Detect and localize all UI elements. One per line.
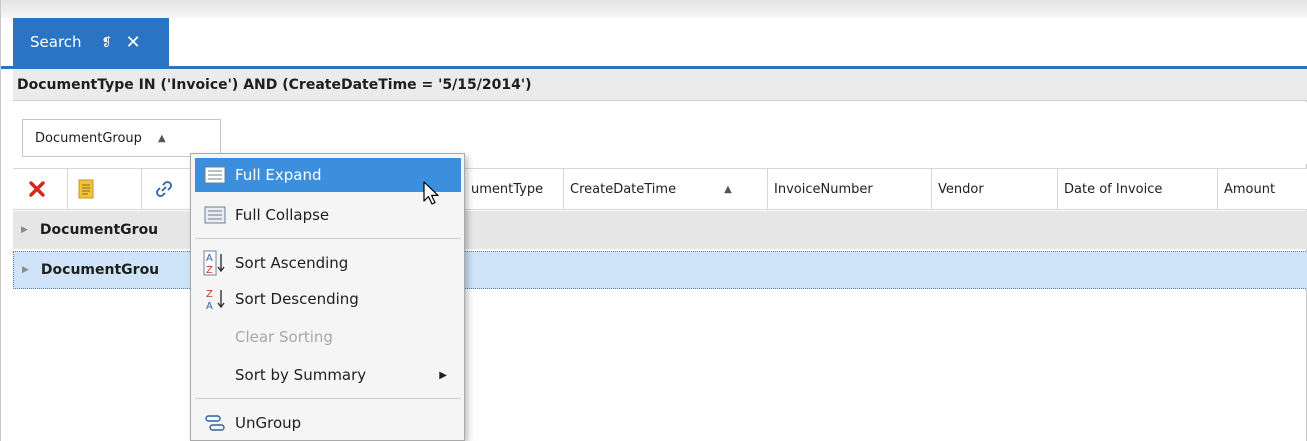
svg-text:A: A <box>206 253 213 264</box>
ungroup-icon <box>195 414 235 432</box>
submenu-arrow-icon: ▶ <box>439 369 447 381</box>
tab-strip: Search ❡ ✕ <box>1 18 1307 69</box>
delete-icon[interactable] <box>19 169 55 209</box>
menu-item-sort-descending[interactable]: Z A Sort Descending <box>195 282 461 316</box>
menu-item-ungroup[interactable]: UnGroup <box>195 406 461 440</box>
menu-item-clear-sorting: Clear Sorting <box>195 320 461 354</box>
group-row-label: DocumentGrou <box>39 222 159 238</box>
column-header-documenttype[interactable]: umentType <box>465 169 563 209</box>
search-window: Search ❡ ✕ DocumentType IN ('Invoice') A… <box>0 0 1307 441</box>
menu-separator <box>195 238 461 239</box>
column-header-label: Amount <box>1224 181 1276 197</box>
close-icon[interactable]: ✕ <box>126 32 141 53</box>
mouse-pointer-icon <box>423 181 441 211</box>
tab-search[interactable]: Search ❡ ✕ <box>13 18 169 66</box>
column-header-label: CreateDateTime <box>570 181 677 197</box>
window-top-strip <box>1 0 1307 18</box>
column-header-date-of-invoice[interactable]: Date of Invoice <box>1057 169 1217 209</box>
column-header-label: InvoiceNumber <box>774 181 873 197</box>
menu-item-full-expand[interactable]: Full Expand <box>195 158 461 192</box>
column-header-vendor[interactable]: Vendor <box>931 169 1057 209</box>
menu-item-label: Sort by Summary <box>235 366 367 384</box>
link-icon[interactable] <box>141 169 186 209</box>
filter-expression-text: DocumentType IN ('Invoice') AND (CreateD… <box>17 76 532 93</box>
column-header-invoicenumber[interactable]: InvoiceNumber <box>767 169 931 209</box>
menu-item-label: Sort Descending <box>235 290 359 308</box>
expand-list-icon <box>195 166 235 184</box>
column-header-label: Vendor <box>938 181 984 197</box>
group-chip-label: DocumentGroup <box>35 130 142 146</box>
menu-item-label: Sort Ascending <box>235 254 349 272</box>
menu-item-sort-by-summary[interactable]: Sort by Summary ▶ <box>195 358 461 392</box>
svg-text:A: A <box>206 301 213 312</box>
sort-up-icon: ▲ <box>724 183 732 195</box>
column-header-createdatetime[interactable]: CreateDateTime ▲ <box>563 169 767 209</box>
menu-item-full-collapse[interactable]: Full Collapse <box>195 198 461 232</box>
column-header-label: Date of Invoice <box>1064 181 1163 197</box>
menu-item-label: Clear Sorting <box>235 328 333 346</box>
sort-up-icon: ▲ <box>157 132 166 144</box>
expand-arrow-icon[interactable]: ▶ <box>22 265 29 275</box>
sort-ascending-icon: A Z <box>195 250 235 276</box>
sort-descending-icon: Z A <box>195 286 235 312</box>
tab-title: Search <box>30 33 82 51</box>
column-header-label: umentType <box>471 181 544 197</box>
group-chip-documentgroup[interactable]: DocumentGroup ▲ <box>22 119 221 157</box>
svg-text:Z: Z <box>206 289 213 300</box>
menu-item-sort-ascending[interactable]: A Z Sort Ascending <box>195 246 461 280</box>
pin-icon[interactable]: ❡ <box>102 35 112 49</box>
menu-separator <box>195 398 461 399</box>
group-row-label: DocumentGrou <box>40 262 160 278</box>
collapse-list-icon <box>195 206 235 224</box>
document-icon[interactable] <box>67 169 104 209</box>
column-header-amount[interactable]: Amount <box>1217 169 1307 209</box>
filter-expression-bar[interactable]: DocumentType IN ('Invoice') AND (CreateD… <box>13 69 1307 101</box>
menu-item-label: UnGroup <box>235 414 302 432</box>
svg-text:Z: Z <box>206 265 213 276</box>
expand-arrow-icon[interactable]: ▶ <box>21 225 28 235</box>
